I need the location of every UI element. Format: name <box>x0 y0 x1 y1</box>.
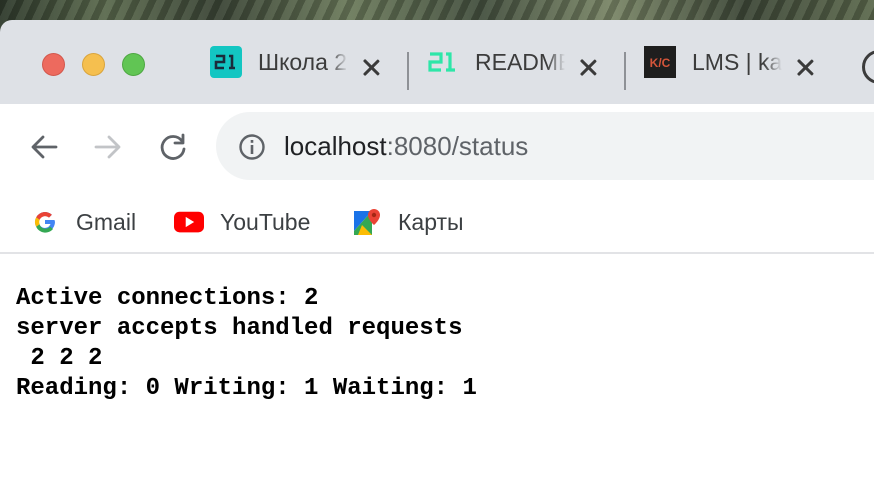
svg-text:K/C: K/C <box>650 56 671 70</box>
page-content: Active connections: 2 server accepts hand… <box>0 254 874 492</box>
tab-readme[interactable]: README <box>407 20 624 104</box>
github-icon[interactable] <box>862 50 874 84</box>
reload-button[interactable] <box>154 128 192 166</box>
tab-title: README <box>475 48 565 75</box>
reload-icon <box>160 133 186 160</box>
bookmark-label: YouTube <box>220 208 311 235</box>
bookmark-label: Карты <box>398 208 464 235</box>
arrow-right-icon <box>94 135 121 159</box>
browser-toolbar: localhost:8080/status <box>0 104 874 190</box>
google-icon <box>30 207 60 237</box>
school21-icon <box>427 46 459 78</box>
tab-school21[interactable]: Школа 21 <box>190 20 407 104</box>
youtube-icon <box>174 207 204 237</box>
url-host: localhost <box>284 131 387 161</box>
close-icon[interactable] <box>796 58 814 76</box>
tab-lms-kata[interactable]: K/C LMS | kata <box>624 20 841 104</box>
status-line-counts: 2 2 2 <box>16 345 103 372</box>
info-icon[interactable] <box>238 133 266 161</box>
forward-button[interactable] <box>89 128 127 166</box>
status-line-header: server accepts handled requests <box>16 315 463 342</box>
maps-icon <box>352 207 382 237</box>
tab-strip: Школа 21 README K/C LMS | kata <box>190 20 841 104</box>
tab-title: LMS | kata <box>692 48 782 75</box>
close-icon[interactable] <box>579 58 597 76</box>
url-text: localhost:8080/status <box>284 131 528 162</box>
tab-title: Школа 21 <box>258 48 348 75</box>
minimize-window-button[interactable] <box>82 53 105 76</box>
bookmark-label: Gmail <box>76 208 137 235</box>
bookmark-maps[interactable]: Карты <box>352 202 464 242</box>
window-controls <box>42 53 145 76</box>
status-line-states: Reading: 0 Writing: 1 Waiting: 1 <box>16 375 477 402</box>
school21-icon <box>210 46 242 78</box>
close-window-button[interactable] <box>42 53 65 76</box>
close-icon[interactable] <box>362 58 380 76</box>
bookmark-gmail[interactable]: Gmail <box>30 202 136 242</box>
bookmarks-bar: Gmail YouTube Карты <box>0 190 874 254</box>
bookmark-youtube[interactable]: YouTube <box>174 202 310 242</box>
address-bar[interactable]: localhost:8080/status <box>216 112 874 180</box>
fullscreen-window-button[interactable] <box>122 53 145 76</box>
status-line-active-connections: Active connections: 2 <box>16 285 319 312</box>
nginx-status-text: Active connections: 2 server accepts hand… <box>16 284 477 404</box>
kata-icon: K/C <box>644 46 676 78</box>
back-button[interactable] <box>25 128 63 166</box>
arrow-left-icon <box>31 135 58 159</box>
url-path: :8080/status <box>386 131 529 161</box>
